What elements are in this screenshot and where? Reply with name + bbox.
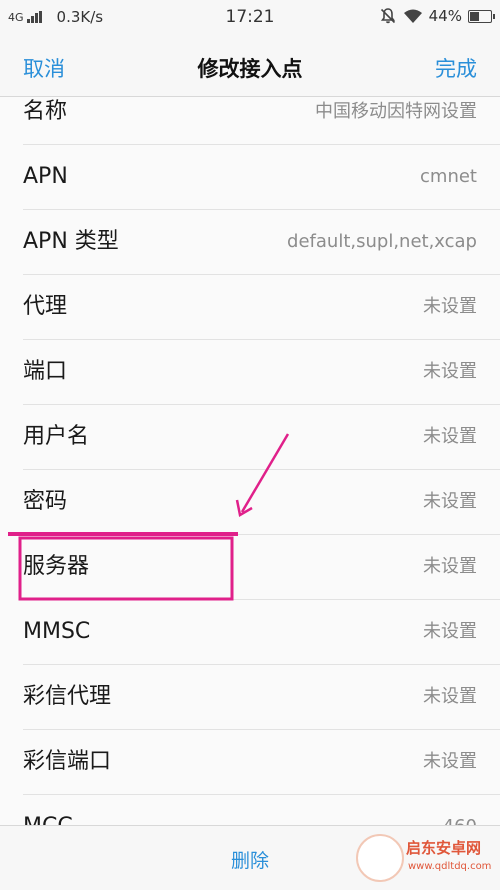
field-row-mms-port[interactable]: 彩信端口 未设置 <box>0 730 500 795</box>
field-value: 未设置 <box>423 361 477 382</box>
field-label: 用户名 <box>23 424 90 449</box>
field-row-mms-proxy[interactable]: 彩信代理 未设置 <box>0 665 500 730</box>
field-label: APN 类型 <box>23 229 119 254</box>
field-row-username[interactable]: 用户名 未设置 <box>0 405 500 470</box>
field-label: 代理 <box>23 294 68 319</box>
field-value: 460 <box>443 795 477 825</box>
field-row-apn[interactable]: APN cmnet <box>0 145 500 210</box>
field-value: 未设置 <box>423 556 477 577</box>
field-value: 未设置 <box>423 686 477 707</box>
field-value: 未设置 <box>423 296 477 317</box>
watermark-title: 启东安卓网 <box>406 839 482 857</box>
field-label: 服务器 <box>23 554 90 579</box>
apn-settings-list[interactable]: 名称 中国移动因特网设置 APN cmnet APN 类型 default,su… <box>0 97 500 825</box>
field-label: MMSC <box>23 619 91 644</box>
field-value: 未设置 <box>423 751 477 772</box>
watermark-url: www.qdltdq.com <box>408 861 492 872</box>
watermark-circle-icon <box>356 834 404 882</box>
field-row-server[interactable]: 服务器 未设置 <box>0 535 500 600</box>
status-bar: 4G 0.3K/s 17:21 44% <box>0 0 500 36</box>
field-label: 彩信代理 <box>23 684 112 709</box>
field-row-apn-type[interactable]: APN 类型 default,supl,net,xcap <box>0 210 500 275</box>
field-row-password[interactable]: 密码 未设置 <box>0 470 500 535</box>
field-label: 密码 <box>23 489 68 514</box>
field-row-mcc[interactable]: MCC 460 <box>0 795 500 825</box>
status-right: 44% <box>379 7 495 25</box>
mute-bell-icon <box>380 8 395 24</box>
field-row-name[interactable]: 名称 中国移动因特网设置 <box>0 97 500 145</box>
field-row-mmsc[interactable]: MMSC 未设置 <box>0 600 500 665</box>
page-title: 修改接入点 <box>197 57 303 81</box>
field-value: cmnet <box>420 166 477 187</box>
nav-bar: 取消 修改接入点 完成 <box>0 36 500 97</box>
field-label: MCC <box>23 795 73 825</box>
field-row-proxy[interactable]: 代理 未设置 <box>0 275 500 340</box>
battery-percent: 44% <box>428 7 462 25</box>
field-label: 彩信端口 <box>23 749 112 774</box>
battery-icon <box>468 9 495 23</box>
field-label: 端口 <box>23 359 68 384</box>
field-row-port[interactable]: 端口 未设置 <box>0 340 500 405</box>
field-value: 未设置 <box>423 491 477 512</box>
wifi-icon <box>403 9 422 23</box>
field-value: 中国移动因特网设置 <box>315 101 477 122</box>
field-value: 未设置 <box>423 426 477 447</box>
done-button[interactable]: 完成 <box>435 53 477 83</box>
field-label: APN <box>23 164 68 189</box>
field-value: default,supl,net,xcap <box>287 231 477 252</box>
field-value: 未设置 <box>423 621 477 642</box>
watermark-logo: 启东安卓网 www.qdltdq.com <box>356 831 494 885</box>
field-label: 名称 <box>23 99 68 124</box>
